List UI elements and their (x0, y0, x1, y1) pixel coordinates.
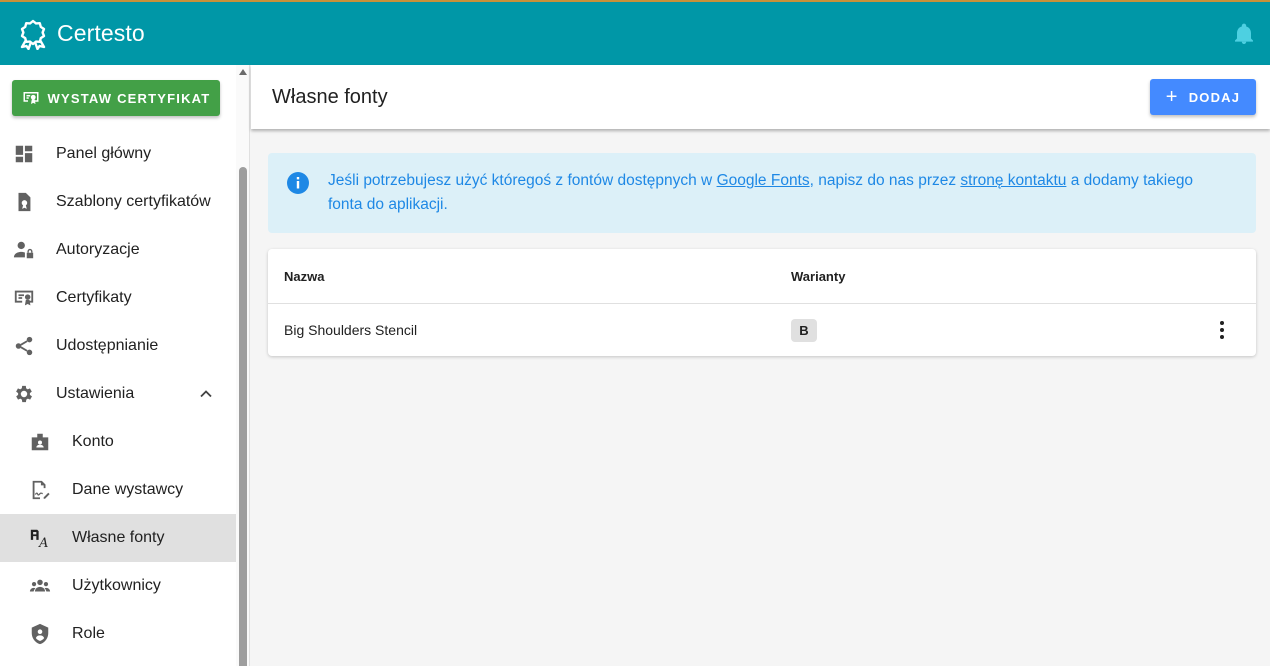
sidebar-item-certificates[interactable]: Certyfikaty (0, 274, 236, 322)
sidebar-item-label: Własne fonty (72, 529, 165, 546)
signature-icon (28, 478, 52, 502)
sidebar-item-settings[interactable]: Ustawienia (0, 370, 236, 418)
users-icon (28, 574, 52, 598)
sidebar-item-issuer-data[interactable]: Dane wystawcy (0, 466, 236, 514)
add-font-label: DODAJ (1188, 89, 1241, 105)
column-header-variants: Warianty (791, 269, 846, 284)
font-icon: A (28, 526, 52, 550)
issue-certificate-label: WYSTAW CERTYFIKAT (47, 90, 211, 106)
sidebar-item-account[interactable]: Konto (0, 418, 236, 466)
sidebar-item-sharing[interactable]: Udostępnianie (0, 322, 236, 370)
sidebar-item-users[interactable]: Użytkownicy (0, 562, 236, 610)
certificate-template-icon (12, 190, 36, 214)
chevron-up-icon[interactable] (196, 384, 216, 404)
sidebar-item-authorizations[interactable]: Autoryzacje (0, 226, 236, 274)
share-icon (12, 334, 36, 358)
font-name-cell: Big Shoulders Stencil (284, 322, 418, 338)
sidebar: WYSTAW CERTYFIKAT Panel główny Szablony … (0, 65, 250, 666)
shield-user-icon (28, 622, 52, 646)
table-row[interactable]: Big Shoulders Stencil B (268, 304, 1256, 356)
sidebar-item-label: Użytkownicy (72, 577, 161, 594)
certificate-icon (23, 92, 39, 104)
info-icon (287, 172, 309, 194)
sidebar-item-label: Konto (72, 433, 114, 450)
gear-icon (12, 382, 36, 406)
page-toolbar: Własne fonty + DODAJ (251, 65, 1270, 129)
certificate-icon (12, 286, 36, 310)
brand[interactable]: Certesto (17, 18, 145, 50)
sidebar-item-label: Dane wystawcy (72, 481, 184, 498)
award-logo-icon (20, 19, 46, 50)
sidebar-item-label: Autoryzacje (56, 241, 140, 258)
scrollbar-thumb[interactable] (239, 167, 247, 666)
badge-icon (28, 430, 52, 454)
sidebar-scrollbar[interactable] (236, 65, 249, 666)
sidebar-item-templates[interactable]: Szablony certyfikatów (0, 178, 236, 226)
svg-text:A: A (38, 536, 48, 549)
user-lock-icon (12, 238, 36, 262)
sidebar-item-panel[interactable]: Panel główny (0, 130, 236, 178)
notifications-bell-icon[interactable] (1232, 22, 1256, 46)
plus-icon: + (1165, 86, 1179, 108)
dashboard-icon (12, 142, 36, 166)
info-text-part: , napisz do nas przez (809, 172, 961, 189)
sidebar-item-label: Panel główny (56, 145, 152, 162)
variant-chip: B (791, 319, 817, 342)
info-message: Jeśli potrzebujesz użyć któregoś z fontó… (328, 169, 1228, 217)
table-header: Nazwa Warianty (268, 249, 1256, 304)
more-vert-icon[interactable] (1210, 318, 1234, 342)
issue-certificate-button[interactable]: WYSTAW CERTYFIKAT (12, 80, 220, 116)
google-fonts-link[interactable]: Google Fonts (717, 172, 810, 189)
app-bar: Certesto (0, 0, 1270, 65)
sidebar-item-label: Certyfikaty (56, 289, 132, 306)
sidebar-item-label: Udostępnianie (56, 337, 159, 354)
sidebar-item-roles[interactable]: Role (0, 610, 236, 658)
info-text-part: Jeśli potrzebujesz użyć któregoś z fontó… (328, 172, 717, 189)
app-name: Certesto (57, 20, 145, 46)
add-font-button[interactable]: + DODAJ (1150, 79, 1256, 115)
sidebar-item-custom-fonts[interactable]: A Własne fonty (0, 514, 236, 562)
sidebar-nav: Panel główny Szablony certyfikatów Autor… (0, 130, 236, 658)
sidebar-item-label: Role (72, 625, 105, 642)
sidebar-item-label: Szablony certyfikatów (56, 193, 211, 210)
page-title: Własne fonty (272, 86, 388, 108)
column-header-name[interactable]: Nazwa (284, 269, 324, 284)
scroll-up-arrow-icon[interactable] (239, 69, 247, 75)
info-alert: Jeśli potrzebujesz użyć któregoś z fontó… (268, 153, 1256, 233)
sidebar-item-label: Ustawienia (56, 385, 135, 402)
fonts-table: Nazwa Warianty Big Shoulders Stencil B (268, 249, 1256, 356)
contact-page-link[interactable]: stronę kontaktu (960, 172, 1066, 189)
